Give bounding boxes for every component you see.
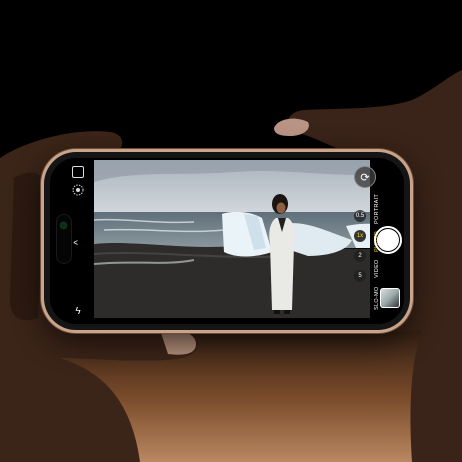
camera-left-bar: ^ ϟ bbox=[50, 158, 94, 324]
mode-portrait[interactable]: PORTRAIT bbox=[374, 194, 380, 224]
zoom-1x-button[interactable]: 1x bbox=[354, 230, 366, 242]
viewfinder-scene bbox=[94, 160, 388, 318]
mode-video[interactable]: VIDEO bbox=[374, 259, 380, 278]
zoom-5-button[interactable]: 5 bbox=[354, 270, 366, 282]
flip-camera-icon: ⟳ bbox=[354, 166, 376, 188]
camera-viewfinder[interactable] bbox=[94, 160, 388, 318]
shutter-button[interactable] bbox=[374, 226, 402, 254]
live-photo-button[interactable] bbox=[70, 182, 86, 198]
last-photo-thumbnail[interactable] bbox=[380, 288, 400, 308]
phone-screen: ^ ϟ ⟳ 0.5 1x 2 5 PORTRAIT VIDEO SLO-MO bbox=[50, 158, 404, 324]
live-photo-icon bbox=[72, 184, 84, 196]
flash-button[interactable]: ϟ bbox=[70, 304, 86, 318]
shutter-inner bbox=[377, 229, 399, 251]
page: { "camera": { "zoom_levels": ["0.5", "1x… bbox=[0, 0, 462, 462]
flip-camera-button[interactable]: ⟳ bbox=[354, 166, 376, 188]
iphone: ^ ϟ ⟳ 0.5 1x 2 5 PORTRAIT VIDEO SLO-MO bbox=[44, 152, 410, 330]
scene: ^ ϟ ⟳ 0.5 1x 2 5 PORTRAIT VIDEO SLO-MO bbox=[0, 0, 462, 462]
camera-lens-icon bbox=[61, 223, 66, 228]
expand-controls-button[interactable]: ^ bbox=[68, 234, 88, 250]
format-icon bbox=[72, 166, 84, 178]
zoom-0-5-button[interactable]: 0.5 bbox=[354, 210, 366, 222]
format-button[interactable] bbox=[70, 164, 86, 180]
chevron-up-icon: ^ bbox=[72, 239, 84, 245]
flash-icon: ϟ bbox=[75, 305, 81, 317]
zoom-2-button[interactable]: 2 bbox=[354, 250, 366, 262]
